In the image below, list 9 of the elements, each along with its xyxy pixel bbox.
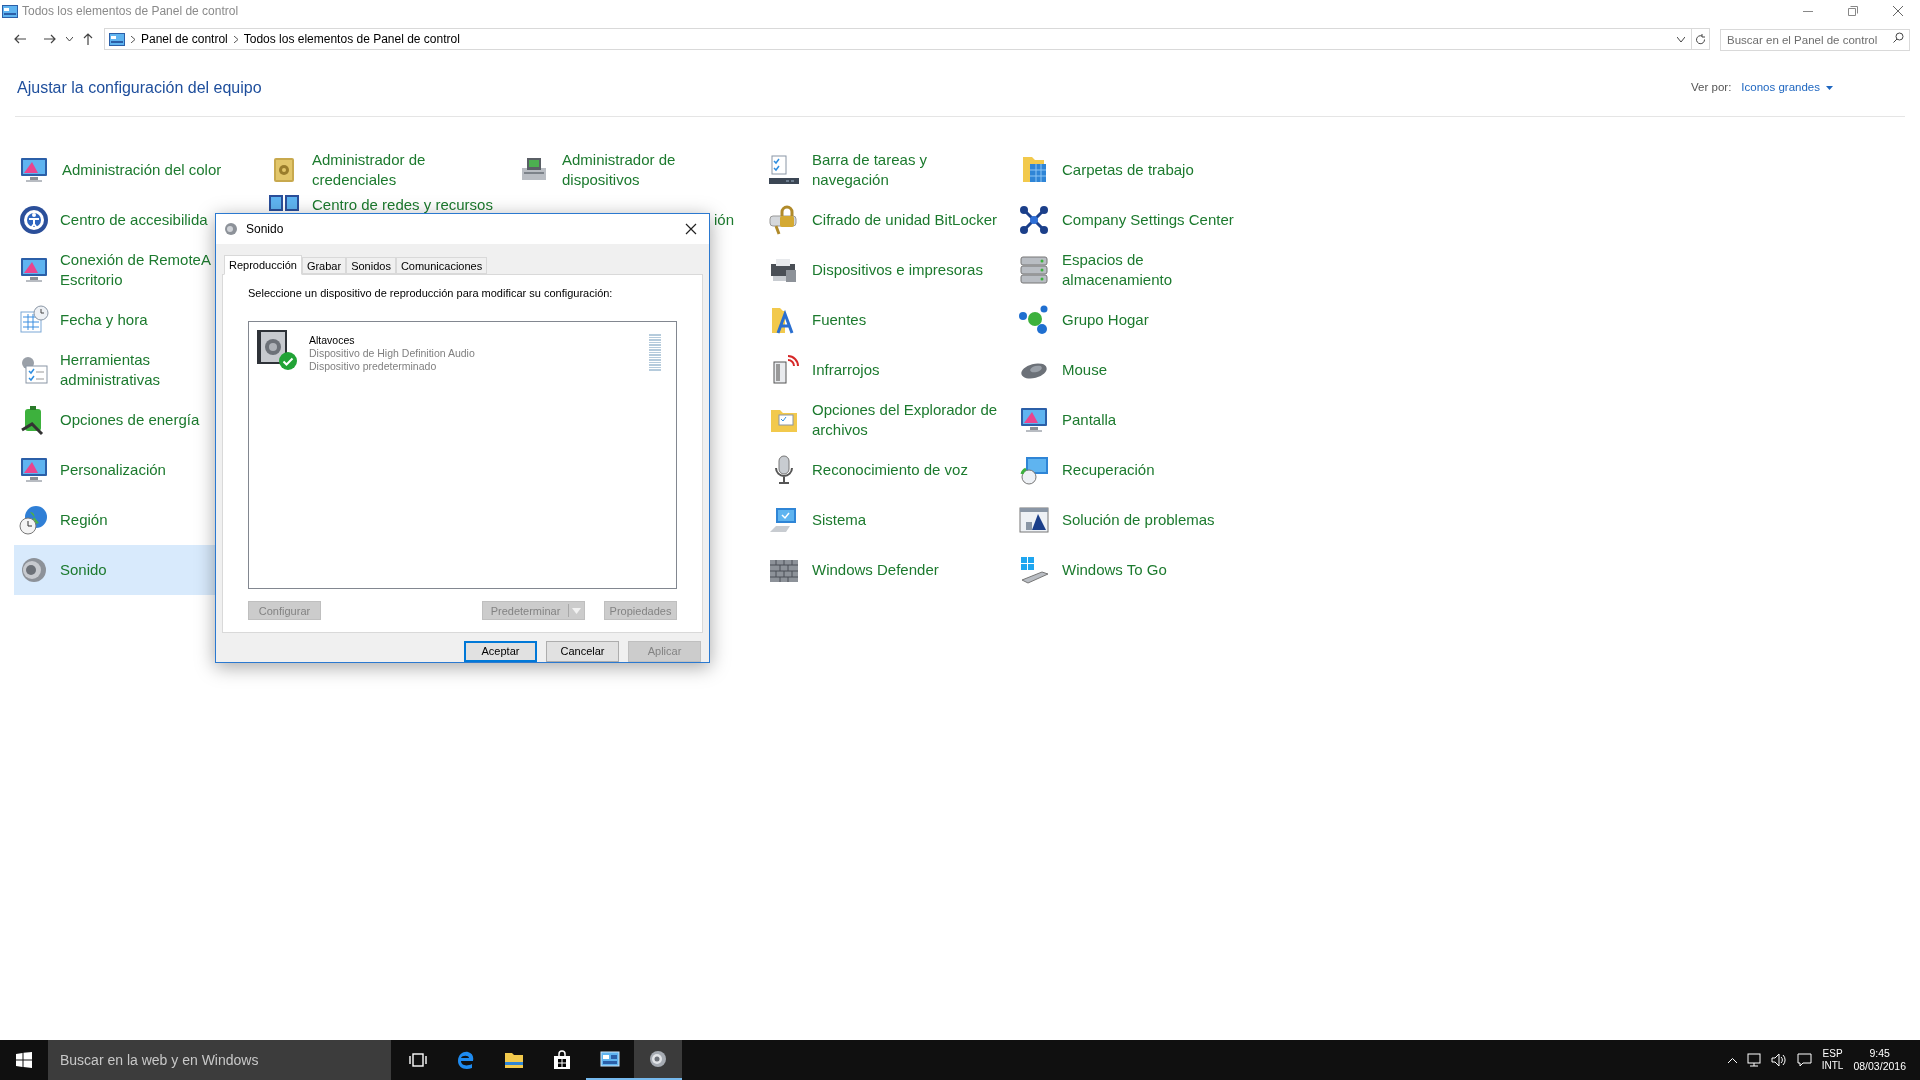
window-title: Todos los elementos de Panel de control: [22, 3, 239, 20]
device-status: Dispositivo predeterminado: [309, 360, 438, 374]
page-heading: Ajustar la configuración del equipo: [17, 78, 262, 98]
device-name: Altavoces: [309, 334, 356, 348]
device-description: Dispositivo de High Definition Audio: [309, 347, 475, 361]
instruction-text: Seleccione un dispositivo de reproducción para modificar su configuración:: [248, 285, 614, 301]
item-label: ión: [714, 209, 735, 230]
view-label: Ver por:: [1691, 80, 1732, 96]
dialog-title: Sonido: [246, 220, 284, 238]
